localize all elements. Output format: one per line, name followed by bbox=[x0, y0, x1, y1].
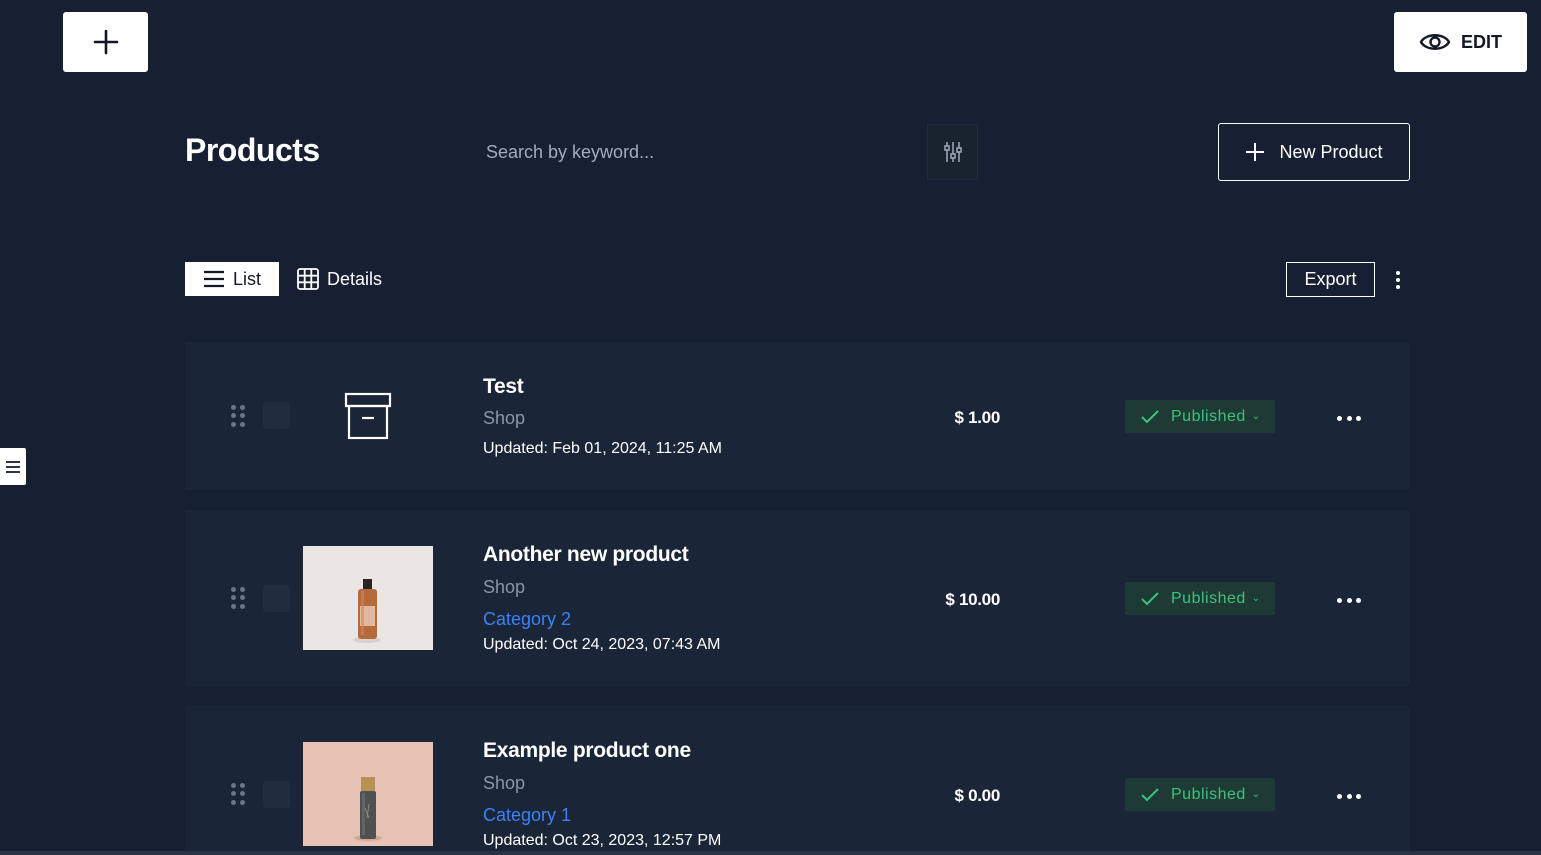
product-card[interactable]: Example product one Shop Category 1 Upda… bbox=[185, 706, 1410, 855]
product-thumbnail bbox=[303, 546, 433, 650]
product-shop: Shop bbox=[483, 773, 526, 793]
edit-button[interactable]: EDIT bbox=[1394, 12, 1527, 72]
more-icon bbox=[1337, 793, 1342, 799]
check-icon bbox=[1141, 591, 1159, 605]
amber-bottle-photo bbox=[303, 546, 433, 650]
product-category-link[interactable]: Category 1 bbox=[483, 805, 571, 826]
product-shop: Shop bbox=[483, 408, 526, 428]
edit-label: EDIT bbox=[1460, 31, 1502, 52]
more-icon bbox=[1337, 415, 1342, 421]
eye-icon bbox=[1419, 34, 1451, 50]
product-thumbnail bbox=[303, 364, 433, 468]
product-updated: Updated: Feb 01, 2024, 11:25 AM bbox=[483, 440, 722, 457]
sidebar-toggle[interactable] bbox=[0, 448, 26, 485]
status-dropdown[interactable]: Published ⌄ bbox=[1125, 778, 1275, 811]
search-input[interactable] bbox=[470, 124, 927, 180]
status-dropdown[interactable]: Published ⌄ bbox=[1125, 400, 1275, 433]
select-checkbox[interactable] bbox=[263, 585, 290, 612]
details-view-button[interactable]: Details bbox=[297, 262, 382, 296]
product-thumbnail bbox=[303, 742, 433, 846]
filter-button[interactable] bbox=[927, 124, 978, 180]
product-updated: Updated: Oct 24, 2023, 07:43 AM bbox=[483, 636, 721, 653]
page-title: Products bbox=[185, 132, 320, 168]
product-price: $ 1.00 bbox=[954, 408, 1001, 427]
export-button[interactable]: Export bbox=[1286, 262, 1375, 297]
chevron-down-icon: ⌄ bbox=[1251, 593, 1261, 604]
product-updated: Updated: Oct 23, 2023, 12:57 PM bbox=[483, 832, 722, 849]
dark-serum-bottle-photo bbox=[303, 742, 433, 846]
archive-box-icon bbox=[344, 392, 392, 440]
new-product-button[interactable]: New Product bbox=[1218, 123, 1410, 181]
row-actions-button[interactable] bbox=[1337, 413, 1361, 423]
plus-icon bbox=[1246, 143, 1265, 161]
grid-icon bbox=[297, 268, 319, 290]
status-label: Published bbox=[1171, 785, 1246, 803]
check-icon bbox=[1141, 409, 1159, 423]
product-price: $ 10.00 bbox=[945, 590, 1000, 609]
select-checkbox[interactable] bbox=[263, 402, 290, 429]
status-label: Published bbox=[1171, 589, 1246, 607]
row-actions-button[interactable] bbox=[1337, 595, 1361, 605]
chevron-down-icon: ⌄ bbox=[1251, 411, 1261, 422]
new-product-label: New Product bbox=[1279, 141, 1383, 162]
product-name[interactable]: Example product one bbox=[483, 739, 691, 763]
product-shop: Shop bbox=[483, 577, 526, 597]
more-icon bbox=[1337, 597, 1342, 603]
product-name[interactable]: Test bbox=[483, 375, 524, 399]
chevron-down-icon: ⌄ bbox=[1251, 789, 1261, 800]
horizontal-scrollbar[interactable] bbox=[0, 851, 1541, 855]
product-category-link[interactable]: Category 2 bbox=[483, 609, 571, 630]
product-name[interactable]: Another new product bbox=[483, 543, 689, 567]
more-options-button[interactable] bbox=[1390, 268, 1406, 292]
status-label: Published bbox=[1171, 407, 1246, 425]
plus-icon bbox=[93, 29, 118, 55]
details-view-label: Details bbox=[327, 268, 383, 289]
add-section-button[interactable] bbox=[63, 12, 148, 72]
sliders-icon bbox=[943, 142, 962, 162]
row-actions-button[interactable] bbox=[1337, 791, 1361, 801]
status-dropdown[interactable]: Published ⌄ bbox=[1125, 582, 1275, 615]
drag-handle-icon[interactable] bbox=[231, 587, 245, 609]
product-price: $ 0.00 bbox=[954, 786, 1001, 805]
export-label: Export bbox=[1304, 269, 1357, 289]
drag-handle-icon[interactable] bbox=[231, 405, 245, 427]
list-view-button[interactable]: List bbox=[185, 262, 279, 296]
list-view-label: List bbox=[232, 268, 261, 289]
check-icon bbox=[1141, 787, 1159, 801]
search-bar bbox=[470, 124, 978, 180]
list-icon bbox=[203, 270, 224, 288]
select-checkbox[interactable] bbox=[263, 781, 290, 808]
drag-handle-icon[interactable] bbox=[231, 783, 245, 805]
product-card[interactable]: Another new product Shop Category 2 Upda… bbox=[185, 510, 1410, 686]
kebab-icon bbox=[1396, 271, 1400, 275]
product-card[interactable]: Test Shop Updated: Feb 01, 2024, 11:25 A… bbox=[185, 342, 1410, 490]
hamburger-icon bbox=[6, 460, 20, 473]
